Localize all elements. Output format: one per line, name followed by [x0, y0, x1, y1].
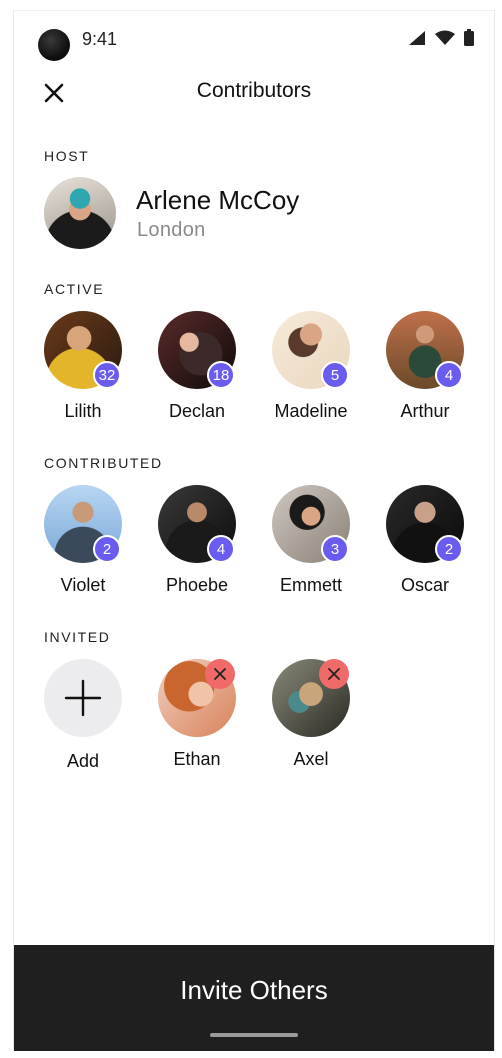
- contributor-declan[interactable]: 18 Declan: [158, 311, 236, 431]
- host-name: Arlene McCoy: [136, 185, 300, 215]
- host-avatar: [44, 177, 116, 249]
- remove-invite-button[interactable]: [319, 659, 349, 689]
- contribution-count-badge: 3: [321, 535, 349, 563]
- contributor-phoebe[interactable]: 4 Phoebe: [158, 485, 236, 605]
- contributor-name: Arthur: [400, 401, 450, 421]
- contributor-name: Madeline: [274, 401, 348, 421]
- invite-others-button[interactable]: Invite Others: [14, 967, 494, 1013]
- contributor-name: Violet: [60, 575, 106, 595]
- close-icon: [214, 668, 226, 680]
- contribution-count-badge: 4: [207, 535, 235, 563]
- contributor-arthur[interactable]: 4 Arthur: [386, 311, 464, 431]
- system-icons: [408, 29, 474, 46]
- contributor-name: Emmett: [279, 575, 342, 595]
- contribution-count-badge: 5: [321, 361, 349, 389]
- screen: 9:41 Contributors HOST Arlene McCoy Lond…: [13, 10, 495, 1051]
- signal-icon: [409, 30, 425, 45]
- camera-cutout: [38, 29, 70, 61]
- section-label-contributed: CONTRIBUTED: [44, 455, 163, 471]
- contributor-name: Lilith: [64, 401, 102, 421]
- invited-axel[interactable]: Axel: [272, 659, 350, 779]
- section-label-invited: INVITED: [44, 629, 111, 645]
- close-icon: [328, 668, 340, 680]
- contributor-violet[interactable]: 2 Violet: [44, 485, 122, 605]
- section-label-active: ACTIVE: [44, 281, 105, 297]
- footer-bar: Invite Others: [14, 945, 494, 1051]
- invited-grid: Add Ethan Axel: [44, 659, 484, 779]
- status-time: 9:41: [82, 29, 118, 49]
- host-row[interactable]: Arlene McCoy London: [44, 177, 474, 253]
- add-contributor-button[interactable]: Add: [44, 659, 122, 779]
- section-label-host: HOST: [44, 148, 90, 164]
- contribution-count-badge: 2: [435, 535, 463, 563]
- battery-icon: [464, 29, 474, 46]
- contributor-name: Declan: [168, 401, 226, 421]
- add-label: Add: [66, 751, 100, 771]
- contribution-count-badge: 18: [207, 361, 235, 389]
- contributor-emmett[interactable]: 3 Emmett: [272, 485, 350, 605]
- contributor-name: Axel: [293, 749, 329, 769]
- invited-ethan[interactable]: Ethan: [158, 659, 236, 779]
- page-title: Contributors: [196, 79, 312, 102]
- contributor-name: Phoebe: [165, 575, 229, 595]
- wifi-icon: [435, 30, 455, 45]
- remove-invite-button[interactable]: [205, 659, 235, 689]
- contributor-lilith[interactable]: 32 Lilith: [44, 311, 122, 431]
- contribution-count-badge: 2: [93, 535, 121, 563]
- contributor-madeline[interactable]: 5 Madeline: [272, 311, 350, 431]
- contribution-count-badge: 4: [435, 361, 463, 389]
- header: Contributors: [14, 71, 494, 115]
- status-bar: 9:41: [14, 11, 494, 67]
- active-grid: 32 Lilith 18 Declan 5 Madeline 4 Arthur: [44, 311, 484, 431]
- contribution-count-badge: 32: [93, 361, 121, 389]
- contributor-oscar[interactable]: 2 Oscar: [386, 485, 464, 605]
- host-city: London: [137, 219, 206, 241]
- plus-icon: [64, 679, 102, 717]
- contributor-name: Ethan: [173, 749, 221, 769]
- add-circle: [44, 659, 122, 737]
- home-indicator: [210, 1033, 298, 1037]
- contributor-name: Oscar: [400, 575, 449, 595]
- contributed-grid: 2 Violet 4 Phoebe 3 Emmett 2 Oscar: [44, 485, 484, 605]
